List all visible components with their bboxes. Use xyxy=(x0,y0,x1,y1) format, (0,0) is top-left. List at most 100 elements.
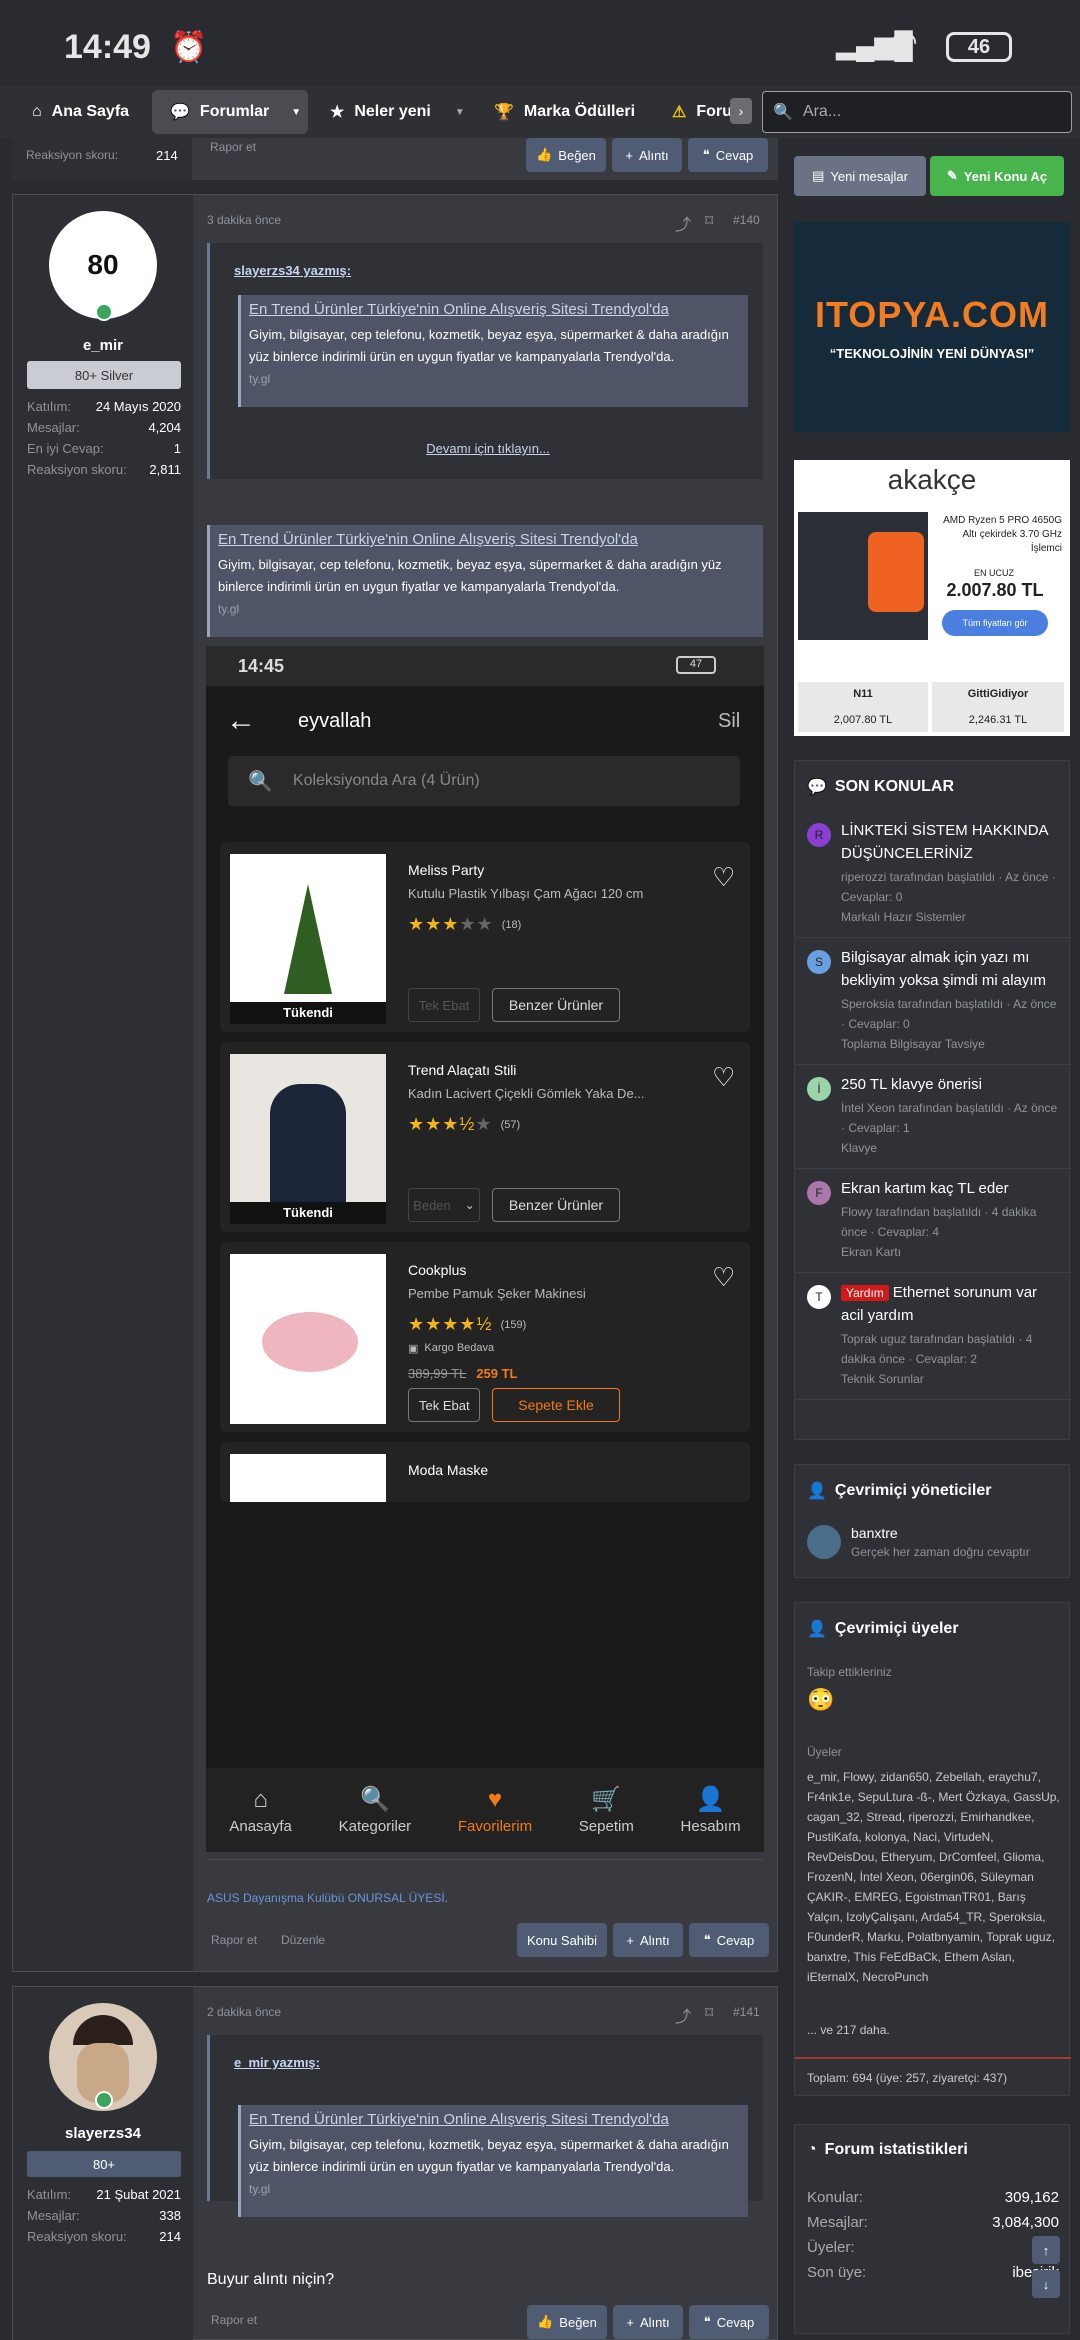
post-number[interactable]: #141 xyxy=(733,2005,760,2019)
product-image xyxy=(230,1254,386,1424)
avatar[interactable]: T xyxy=(807,1285,831,1309)
similar-products-button[interactable]: Benzer Ürünler xyxy=(492,1188,620,1222)
recent-topic-item[interactable]: T Yardım Ethernet sorunum var acil yardım T… xyxy=(795,1273,1071,1400)
clock: 14:49 xyxy=(64,28,151,66)
price: 389,99 TL 259 TL xyxy=(408,1366,518,1381)
link-preview[interactable]: En Trend Ürünler Türkiye'nin Online Alış… xyxy=(207,525,763,637)
new-messages-button[interactable]: ▤ Yeni mesajlar xyxy=(794,156,926,196)
topic-title[interactable]: 250 TL klavye önerisi xyxy=(841,1076,982,1093)
delete-button[interactable]: Sil xyxy=(718,710,740,733)
avatar[interactable]: S xyxy=(807,950,831,974)
topic-title[interactable]: Ekran kartım kaç TL eder xyxy=(841,1180,1009,1197)
quote-button[interactable]: + Alıntı xyxy=(613,2305,683,2339)
ad-itopya[interactable]: ITOPYA.COM “TEKNOLOJİNİN YENİ DÜNYASI” xyxy=(794,222,1070,432)
bookmark-icon[interactable]: ⌑ xyxy=(705,211,713,231)
size-select[interactable]: Tek Ebat xyxy=(408,1388,480,1422)
product-card[interactable]: Cookplus Pembe Pamuk Şeker Makinesi ★★★★… xyxy=(220,1242,750,1432)
share-icon[interactable]: ⤴ xyxy=(675,2003,691,2027)
nav-more[interactable]: ⚠ Foru xyxy=(672,86,732,138)
star-icon: ★ xyxy=(330,104,345,121)
quote-author[interactable]: e_mir yazmış: xyxy=(234,2055,320,2070)
forum-link[interactable]: Klavye xyxy=(841,1138,1059,1158)
product-card[interactable]: Tükendi Trend Alaçatı Stili Kadın Lacive… xyxy=(220,1042,750,1232)
ad-akakce[interactable]: akakçe AMD Ryzen 5 PRO 4650G Altı çekird… xyxy=(794,460,1070,736)
size-select[interactable]: Beden ⌄ xyxy=(408,1188,480,1222)
member-list[interactable]: e_mir, Flowy, zidan650, Zebellah, eraych… xyxy=(807,1767,1063,1987)
add-to-cart-button[interactable]: Sepete Ekle xyxy=(492,1388,620,1422)
quote-button[interactable]: + Alıntı xyxy=(613,1923,683,1957)
report-link[interactable]: Rapor et xyxy=(211,1933,257,1947)
phone-tab[interactable]: 🛒 Sepetim xyxy=(579,1785,634,1835)
nav-home[interactable]: ⌂ Ana Sayfa xyxy=(32,86,129,138)
staff-name[interactable]: banxtre xyxy=(851,1525,898,1541)
share-icon[interactable]: ⤴ xyxy=(675,211,691,235)
recent-topic-item[interactable]: İ 250 TL klavye önerisi İntel Xeon tarafın… xyxy=(795,1065,1071,1169)
collection-search-input[interactable]: 🔍 Koleksiyonda Ara (4 Ürün) xyxy=(228,756,740,806)
avatar[interactable] xyxy=(807,1525,841,1559)
phone-tab[interactable]: ♥ Favorilerim xyxy=(458,1786,532,1835)
see-all-prices-button[interactable]: Tüm fiyatları gör xyxy=(942,610,1048,636)
heart-icon[interactable]: ♡ xyxy=(712,1062,735,1093)
new-topic-button[interactable]: ✎ Yeni Konu Aç xyxy=(930,156,1064,196)
username[interactable]: e_mir xyxy=(13,337,193,354)
phone-status-bar: 14:45 47 xyxy=(206,646,764,686)
edit-link[interactable]: Düzenle xyxy=(281,1933,325,1947)
report-link[interactable]: Rapor et xyxy=(210,140,256,154)
recent-topic-item[interactable]: R LİNKTEKİ SİSTEM HAKKINDA DÜŞÜNCELERİNİZ… xyxy=(795,811,1071,938)
like-button[interactable]: 👍 Beğen xyxy=(526,138,606,172)
forum-link[interactable]: Toplama Bilgisayar Tavsiye xyxy=(841,1034,1059,1054)
avatar[interactable]: F xyxy=(807,1181,831,1205)
avatar[interactable]: İ xyxy=(807,1077,831,1101)
topic-title[interactable]: Bilgisayar almak için yazı mı bekliyim y… xyxy=(841,949,1046,989)
forum-link[interactable]: Ekran Kartı xyxy=(841,1242,1059,1262)
bookmark-icon[interactable]: ⌑ xyxy=(705,2003,713,2023)
stat-row: Katılım: 24 Mayıs 2020 xyxy=(27,399,181,414)
attached-screenshot[interactable]: 14:45 47 ← eyvallah Sil 🔍 Koleksiyonda Ar… xyxy=(206,646,764,1852)
similar-products-button[interactable]: Benzer Ürünler xyxy=(492,988,620,1022)
nav-whats-new[interactable]: ★ Neler yeni ▼ xyxy=(330,86,465,138)
report-link[interactable]: Rapor et xyxy=(211,2313,257,2327)
expand-quote-link[interactable]: Devamı için tıklayın... xyxy=(210,441,766,456)
nav-awards[interactable]: 🏆 Marka Ödülleri xyxy=(494,86,635,138)
back-arrow-icon[interactable]: ← xyxy=(226,704,256,738)
heart-icon[interactable]: ♡ xyxy=(712,1262,735,1293)
online-staff: 👤 Çevrimiçi yöneticiler banxtre Gerçek he… xyxy=(794,1464,1070,1578)
chevron-down-icon[interactable]: ▼ xyxy=(291,107,301,118)
nav-forums[interactable]: 💬 Forumlar ▼ xyxy=(152,90,308,134)
chevron-down-icon[interactable]: ▼ xyxy=(455,107,465,118)
avatar[interactable]: R xyxy=(807,823,831,847)
quote-button[interactable]: + Alıntı xyxy=(612,138,682,172)
recent-topic-item[interactable]: F Ekran kartım kaç TL eder Flowy tarafında… xyxy=(795,1169,1071,1273)
quote-author[interactable]: slayerzs34 yazmış: xyxy=(234,263,351,278)
post-time[interactable]: 3 dakika önce xyxy=(207,213,281,227)
reply-button[interactable]: ❝ Cevap xyxy=(689,1923,769,1957)
forum-link[interactable]: Teknik Sorunlar xyxy=(841,1369,1059,1389)
emoji-avatar[interactable]: 😳 xyxy=(807,1687,834,1713)
scroll-top-button[interactable]: ↑ xyxy=(1032,2236,1060,2264)
link-preview[interactable]: En Trend Ürünler Türkiye'nin Online Alış… xyxy=(238,2105,748,2217)
topic-title[interactable]: LİNKTEKİ SİSTEM HAKKINDA DÜŞÜNCELERİNİZ xyxy=(841,822,1048,862)
rating: ★★★★½ (159) xyxy=(408,1314,527,1334)
link-preview[interactable]: En Trend Ürünler Türkiye'nin Online Alış… xyxy=(238,295,748,407)
phone-tab[interactable]: 🔍 Kategoriler xyxy=(339,1785,412,1835)
phone-tab[interactable]: 👤 Hesabım xyxy=(681,1785,741,1835)
recent-topic-item[interactable]: S Bilgisayar almak için yazı mı bekliyim … xyxy=(795,938,1071,1065)
post-number[interactable]: #140 xyxy=(733,213,760,227)
username[interactable]: slayerzs34 xyxy=(13,2125,193,2142)
like-button[interactable]: 👍 Beğen xyxy=(527,2305,607,2339)
reply-button[interactable]: ❝ Cevap xyxy=(689,2305,769,2339)
thread-owner-badge: Konu Sahibi xyxy=(517,1923,607,1957)
post-141: slayerzs34 80+ Katılım: 21 Şubat 2021 Mesa… xyxy=(12,1986,778,2340)
post-time[interactable]: 2 dakika önce xyxy=(207,2005,281,2019)
product-card[interactable]: Moda Maske xyxy=(220,1442,750,1502)
signature[interactable]: ASUS Dayanışma Kulübü ONURSAL ÜYESİ. xyxy=(207,1891,448,1905)
search-input[interactable]: 🔍 Ara... xyxy=(762,91,1072,133)
forum-link[interactable]: Markalı Hazır Sistemler xyxy=(841,907,1059,927)
size-select[interactable]: Tek Ebat xyxy=(408,988,480,1022)
scroll-bottom-button[interactable]: ↓ xyxy=(1032,2270,1060,2298)
heart-icon[interactable]: ♡ xyxy=(712,862,735,893)
reply-button[interactable]: ❝ Cevap xyxy=(688,138,768,172)
phone-tab[interactable]: ⌂ Anasayfa xyxy=(229,1786,292,1835)
product-card[interactable]: Tükendi Meliss Party Kutulu Plastik Yılb… xyxy=(220,842,750,1032)
nav-scroll-right-button[interactable]: › xyxy=(730,98,752,124)
